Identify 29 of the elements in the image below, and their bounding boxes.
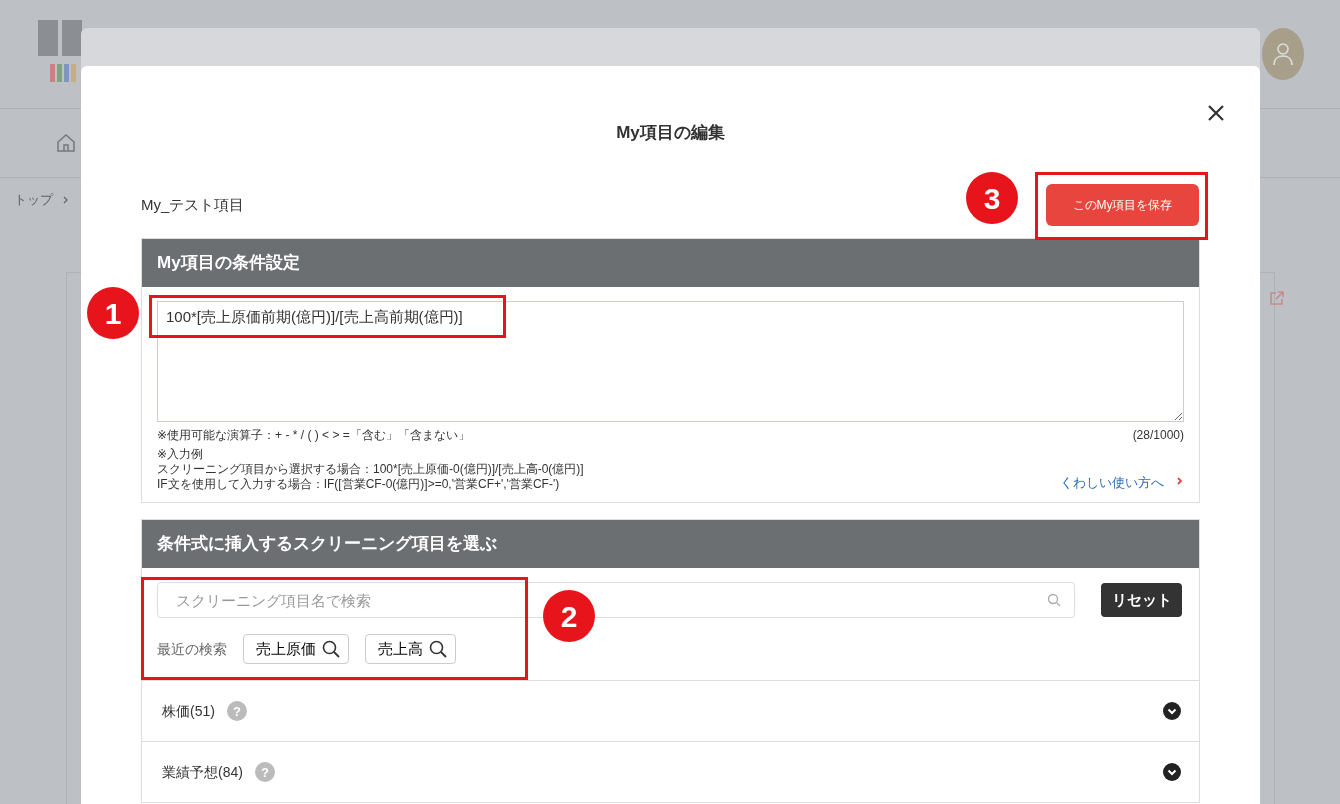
chevron-icon: [1176, 476, 1184, 487]
formula-field[interactable]: 100*[売上原価前期(億円)]/[売上高前期(億円)]: [157, 301, 1184, 422]
example-text: IF文を使用して入力する場合：IF([営業CF-0(億円)]>=0,'営業CF+','営業CF-'): [157, 477, 561, 492]
logo-drawing: [38, 20, 82, 82]
example-text: スクリーニング項目から選択する場合：100*[売上原価-0(億円)]/[売上高-0(億円)]: [157, 462, 584, 477]
reset-button[interactable]: リセット: [1101, 583, 1182, 617]
recent-search-chip[interactable]: 売上原価: [243, 634, 349, 664]
section-header: 条件式に挿入するスクリーニング項目を選ぶ: [142, 520, 1199, 568]
category-label[interactable]: 株価(51): [162, 700, 215, 722]
category-label[interactable]: 業績予想(84): [162, 761, 243, 783]
chevron-icon: [63, 196, 68, 204]
save-button[interactable]: このMy項目を保存: [1046, 184, 1199, 226]
search-icon: [429, 640, 447, 658]
dialog-title: My項目の編集: [615, 122, 726, 144]
example-label: ※入力例: [157, 447, 205, 462]
recent-search-chip[interactable]: 売上高: [365, 634, 456, 664]
character-counter: (28/1000): [1132, 428, 1184, 443]
item-name: My_テスト項目: [141, 194, 245, 215]
chevron-icon[interactable]: [1163, 763, 1181, 781]
help-icon: ?: [226, 701, 247, 721]
search-icon: [322, 640, 340, 658]
breadcrumb-link[interactable]: トップ: [14, 190, 53, 210]
recent-label: 最近の検索: [157, 639, 227, 659]
help-icon: ?: [254, 762, 275, 782]
chevron-icon[interactable]: [1163, 702, 1181, 720]
section-header: My項目の条件設定: [142, 239, 1199, 287]
help-link[interactable]: くわしい使い方へ: [1060, 472, 1164, 492]
search-icon: [1047, 593, 1061, 607]
operators-note: ※使用可能な演算子：+ - * / ( ) < > =「含む」「含まない」: [157, 428, 470, 443]
